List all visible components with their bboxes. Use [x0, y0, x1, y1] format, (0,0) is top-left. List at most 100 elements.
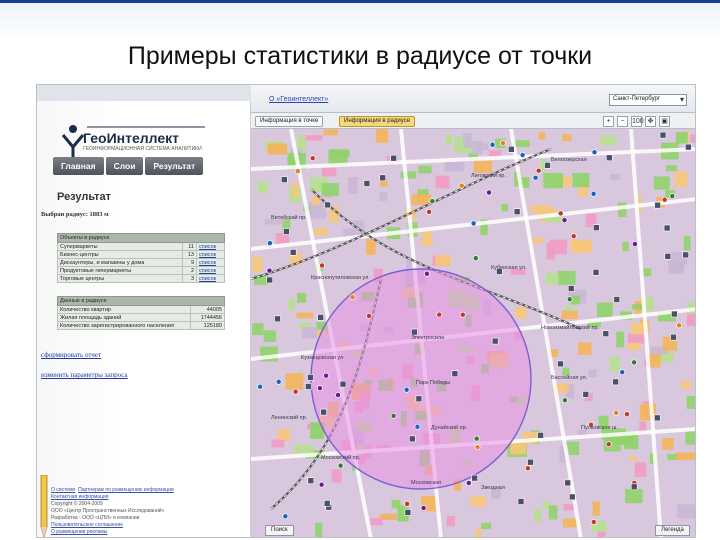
list-link[interactable]: список: [196, 258, 225, 267]
poi-marker-icon: [624, 411, 630, 418]
map-canvas[interactable]: Белоозерская Лиговский пр. Московский пр. Э…: [251, 129, 696, 538]
map-block: [538, 132, 546, 140]
map-block: [297, 135, 306, 150]
map-block: [625, 489, 643, 504]
street-label: Краснопутиловская ул.: [311, 275, 370, 281]
map-block: [305, 135, 323, 141]
street-label: Пулковское ш.: [581, 425, 618, 431]
radius-info-button[interactable]: Информация в радиусе: [339, 116, 416, 127]
poi-marker-icon: [423, 270, 430, 277]
poi-marker-icon: [426, 208, 433, 215]
poi-marker-icon: [561, 217, 568, 224]
poi-marker-icon: [661, 196, 668, 203]
row-value: 125180: [190, 321, 225, 330]
map-block: [299, 322, 311, 328]
building-marker-icon: [605, 154, 613, 162]
building-marker-icon: [671, 310, 678, 318]
list-link[interactable]: список: [196, 266, 225, 275]
map-block: [634, 462, 647, 477]
row-count: 13: [182, 250, 197, 259]
map-block: [686, 313, 695, 326]
poi-marker-icon: [282, 513, 289, 520]
building-marker-icon: [513, 208, 521, 215]
street-label: Московская: [411, 480, 441, 486]
footer-link-partners[interactable]: Партнерам по размещению информации: [78, 487, 174, 493]
row-name: Количество зарегистрированного населения: [57, 321, 191, 330]
building-marker-icon: [682, 251, 690, 259]
poi-marker-icon: [404, 500, 411, 507]
map-block: [314, 227, 328, 236]
row-name: Бизнес-центры: [57, 250, 183, 259]
pan-icon[interactable]: ✥: [645, 116, 656, 127]
map-block: [257, 181, 268, 193]
poi-marker-icon: [631, 241, 638, 247]
panel-top-strip: [37, 85, 251, 101]
map-block: [370, 518, 383, 526]
map-block: [572, 173, 590, 188]
footer: О системе Партнерам по размещению информ…: [51, 487, 241, 536]
map-block: [681, 381, 691, 390]
poi-marker-icon: [436, 311, 443, 318]
poi-marker-icon: [631, 359, 638, 366]
poi-marker-icon: [591, 149, 598, 156]
row-count: 3: [182, 274, 197, 283]
change-params-link[interactable]: изменить параметры запроса: [41, 371, 128, 379]
point-info-button[interactable]: Информация в точке: [255, 116, 324, 127]
footer-link-about[interactable]: О системе: [51, 487, 75, 493]
map-block: [627, 342, 641, 351]
building-marker-icon: [320, 408, 327, 416]
build-report-link[interactable]: сформировать отчет: [41, 351, 101, 359]
home-link[interactable]: О «Геоинтеллект»: [269, 96, 328, 103]
poi-marker-icon: [335, 392, 341, 398]
footer-ads-link[interactable]: О размещении рекламы: [51, 529, 241, 536]
list-link[interactable]: список: [196, 242, 225, 251]
city-select[interactable]: Санкт-Петербург: [609, 94, 687, 106]
building-marker-icon: [323, 500, 331, 507]
nav-layers[interactable]: Слои: [105, 157, 144, 175]
map-block: [470, 496, 486, 507]
left-panel: ГеоИнтеллект ГЕОИНФОРМАЦИОННАЯ СИСТЕМА А…: [37, 85, 251, 537]
table-row: Супермаркеты 11 список: [57, 242, 225, 251]
table-row: Количество зарегистрированного населения…: [57, 321, 225, 330]
map-block: [252, 323, 264, 336]
nav-result[interactable]: Результат: [145, 157, 204, 175]
row-name: Супермаркеты: [57, 242, 183, 251]
legend-button[interactable]: Легенда: [655, 525, 690, 536]
map-block: [675, 132, 688, 144]
zoom-in-icon[interactable]: +: [603, 116, 614, 127]
slide-header-bar: [0, 0, 720, 40]
zoom-out-icon[interactable]: −: [617, 116, 628, 127]
street-label: Витебский пр.: [271, 214, 307, 221]
map-block: [686, 395, 695, 409]
list-link[interactable]: список: [196, 274, 225, 283]
map-block: [690, 134, 695, 143]
building-marker-icon: [527, 458, 534, 466]
poi-marker-icon: [366, 312, 372, 319]
map-block: [666, 165, 677, 172]
building-marker-icon: [685, 143, 692, 151]
building-marker-icon: [507, 145, 515, 153]
map-block: [475, 529, 482, 537]
list-link[interactable]: список: [196, 250, 225, 259]
building-marker-icon: [471, 474, 478, 482]
footer-link-contacts[interactable]: Контактная информация: [51, 494, 108, 500]
map-block: [501, 204, 509, 212]
building-marker-icon: [593, 224, 600, 231]
map-block: [421, 230, 433, 247]
poi-marker-icon: [257, 383, 264, 390]
map-block: [653, 176, 670, 190]
poi-marker-icon: [499, 140, 506, 147]
poi-marker-icon: [318, 481, 325, 488]
zoom-100-icon[interactable]: 100: [631, 116, 644, 127]
map-block: [562, 518, 578, 528]
map-block: [588, 369, 597, 378]
building-marker-icon: [283, 228, 290, 235]
nav-home[interactable]: Главная: [53, 157, 104, 175]
area-table-header: Данные в радиусе: [57, 296, 225, 306]
search-button[interactable]: Поиск: [265, 525, 294, 536]
map-block: [331, 469, 342, 483]
footer-terms-link[interactable]: Пользовательское соглашение: [51, 522, 241, 529]
poi-marker-icon: [486, 189, 492, 196]
print-icon[interactable]: ▣: [659, 116, 670, 127]
map-block: [600, 135, 617, 146]
